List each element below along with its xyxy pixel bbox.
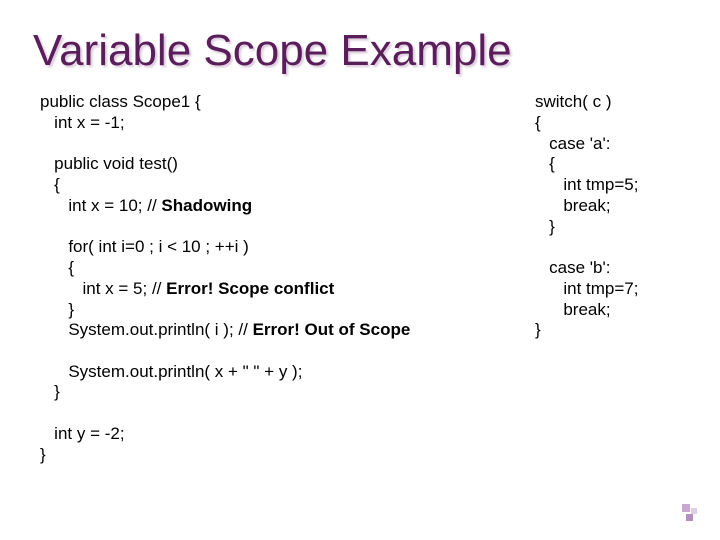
code-line: } bbox=[535, 320, 541, 339]
code-line: } bbox=[40, 300, 74, 319]
code-line: int x = 5; // bbox=[40, 279, 166, 298]
emphasis-shadowing: Shadowing bbox=[161, 196, 252, 215]
code-line: { bbox=[535, 113, 541, 132]
code-line: } bbox=[535, 217, 555, 236]
page-title: Variable Scope Example bbox=[33, 28, 690, 74]
code-line: break; bbox=[535, 300, 611, 319]
code-line: int tmp=5; bbox=[535, 175, 638, 194]
code-line: { bbox=[535, 154, 555, 173]
code-line: int y = -2; bbox=[40, 424, 125, 443]
code-line: } bbox=[40, 445, 46, 464]
code-line: case 'b': bbox=[535, 258, 610, 277]
emphasis-out-of-scope: Error! Out of Scope bbox=[253, 320, 411, 339]
code-right-column: switch( c ) { case 'a': { int tmp=5; bre… bbox=[535, 92, 720, 341]
code-line: break; bbox=[535, 196, 611, 215]
code-line: } bbox=[40, 382, 60, 401]
code-line: switch( c ) bbox=[535, 92, 612, 111]
code-line: public void test() bbox=[40, 154, 178, 173]
code-line: System.out.println( i ); // bbox=[40, 320, 253, 339]
code-line: for( int i=0 ; i < 10 ; ++i ) bbox=[40, 237, 249, 256]
code-left-column: public class Scope1 { int x = -1; public… bbox=[40, 92, 510, 465]
code-line: int x = 10; // bbox=[40, 196, 161, 215]
code-line: { bbox=[40, 258, 74, 277]
corner-decoration-icon bbox=[674, 496, 704, 526]
emphasis-scope-conflict: Error! Scope conflict bbox=[166, 279, 334, 298]
code-line: int x = -1; bbox=[40, 113, 125, 132]
code-line: int tmp=7; bbox=[535, 279, 638, 298]
slide: Variable Scope Example public class Scop… bbox=[0, 0, 720, 540]
code-line: case 'a': bbox=[535, 134, 610, 153]
code-line: System.out.println( x + " " + y ); bbox=[40, 362, 302, 381]
code-line: public class Scope1 { bbox=[40, 92, 201, 111]
code-line: { bbox=[40, 175, 60, 194]
